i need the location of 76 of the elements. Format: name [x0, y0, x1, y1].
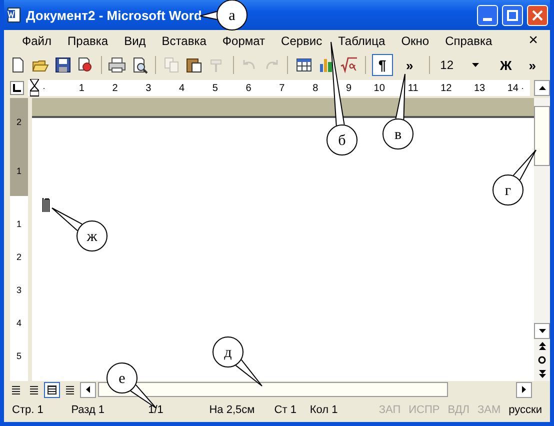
ruler-number: 4: [16, 319, 22, 328]
scroll-down-button[interactable]: [534, 323, 550, 339]
right-arrow-icon: [522, 386, 526, 393]
minimize-icon: [483, 18, 492, 20]
ruler-number: 8: [284, 82, 318, 94]
callout: а: [200, 0, 248, 30]
ruler-number: 2: [16, 118, 22, 127]
dropdown-arrow-icon: [472, 63, 479, 67]
print-icon[interactable]: [108, 55, 127, 75]
ruler-number: 2: [84, 82, 118, 94]
maximize-icon: [507, 10, 518, 20]
bold-button[interactable]: Ж: [486, 58, 516, 72]
callout: г: [492, 150, 536, 206]
status-item: ЗАМ: [478, 404, 501, 416]
callout: д: [212, 336, 262, 386]
scroll-thumb[interactable]: [98, 382, 448, 397]
view-icon: [65, 384, 75, 394]
status-item: Ст 1: [274, 404, 298, 416]
menu-item[interactable]: Таблица: [330, 32, 394, 50]
maximize-button[interactable]: [502, 4, 523, 26]
text-cursor-icon: [42, 198, 50, 212]
scroll-up-button[interactable]: [534, 80, 550, 96]
ruler-number: 3: [118, 82, 152, 94]
ruler-number: 2: [16, 253, 22, 262]
menu-item[interactable]: Вставка: [154, 32, 214, 50]
left-arrow-icon: [86, 386, 90, 393]
minimize-button[interactable]: [477, 4, 498, 26]
up-arrow-icon: [538, 86, 546, 90]
window-title: Документ2 - Microsoft Word: [26, 8, 202, 22]
ruler-number: 5: [16, 352, 22, 361]
status-item: Кол 1: [310, 404, 339, 416]
menu-item[interactable]: Формат: [214, 32, 274, 50]
ruler-number: 1: [16, 220, 22, 229]
equation-icon[interactable]: [339, 55, 359, 75]
view-icon: [11, 384, 21, 394]
ruler-number: 4: [151, 82, 185, 94]
scroll-thumb[interactable]: [534, 106, 550, 166]
ruler-number: 3: [16, 286, 22, 295]
ruler-number: 7: [251, 82, 285, 94]
close-button[interactable]: [527, 4, 548, 26]
callout: ж: [52, 208, 108, 252]
close-icon: [532, 10, 543, 20]
status-item: ИСПР: [408, 404, 440, 416]
menu-item[interactable]: Вид: [116, 32, 154, 50]
status-item: Разд 1: [71, 404, 106, 416]
status-item: ВДЛ: [448, 404, 470, 416]
ruler-number: 5: [184, 82, 218, 94]
status-item: На 2,5см: [209, 404, 256, 416]
font-size-dropdown[interactable]: 12: [436, 58, 483, 72]
status-item: русски: [508, 404, 542, 416]
menu-item[interactable]: Справка: [437, 32, 500, 50]
tab-selector[interactable]: [10, 81, 24, 95]
vertical-scrollbar[interactable]: [534, 98, 550, 381]
toolbar-options-button[interactable]: »: [518, 58, 546, 72]
more-buttons-button[interactable]: »: [396, 58, 424, 72]
document-icon: [6, 7, 22, 23]
ruler-number: 6: [218, 82, 252, 94]
ruler-number: 10: [352, 82, 385, 94]
ruler-number: 1: [16, 167, 22, 176]
close-document-button[interactable]: ×: [526, 32, 540, 50]
menu-item[interactable]: Окно: [393, 32, 438, 50]
menu-item[interactable]: Правка: [60, 32, 116, 50]
print-view-button[interactable]: [44, 382, 60, 398]
menu-item[interactable]: Сервис: [273, 32, 330, 50]
ruler-number: 1: [51, 82, 84, 94]
show-formatting-button[interactable]: ¶: [372, 54, 393, 76]
view-icon: [47, 384, 57, 394]
menu-item[interactable]: Файл: [14, 32, 60, 50]
scroll-right-button[interactable]: [516, 382, 532, 398]
indent-marker-icon[interactable]: [30, 79, 39, 97]
down-arrow-icon: [538, 329, 546, 333]
save-icon[interactable]: [52, 55, 72, 75]
status-item: ЗАП: [378, 404, 401, 416]
view-icon: [29, 384, 39, 394]
status-item: Стр. 1: [12, 404, 44, 416]
scroll-left-button[interactable]: [80, 382, 96, 398]
